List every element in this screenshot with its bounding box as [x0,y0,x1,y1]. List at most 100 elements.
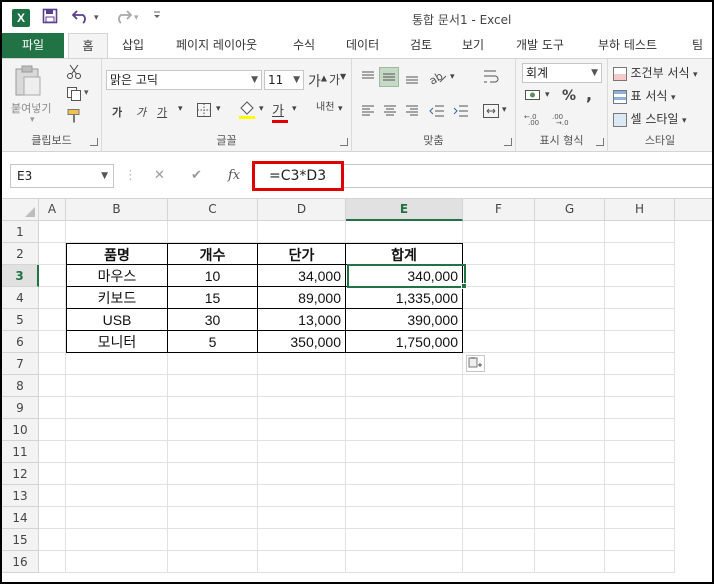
cell-e14[interactable] [346,507,463,529]
borders-dropdown-icon[interactable]: ▾ [216,104,221,114]
decrease-indent-icon[interactable] [428,103,446,122]
underline-button[interactable]: 가 [157,104,167,120]
font-size-select[interactable]: 11 ▼ [264,70,304,90]
align-right-icon[interactable] [404,103,420,122]
cell-a16[interactable] [39,551,66,573]
tab-file[interactable]: 파일 [2,33,64,58]
cell-f13[interactable] [463,485,535,507]
paste-icon[interactable] [12,65,44,102]
orientation-icon[interactable]: ab [427,68,448,89]
cell-h16[interactable] [605,551,675,573]
cell-c13[interactable] [168,485,258,507]
accounting-format-icon[interactable] [524,87,542,106]
cell-b6[interactable]: 모니터 [66,331,168,353]
cell-a14[interactable] [39,507,66,529]
clipboard-launcher-icon[interactable] [90,138,98,146]
cell-a8[interactable] [39,375,66,397]
cell-g9[interactable] [535,397,605,419]
cell-a9[interactable] [39,397,66,419]
cell-b3[interactable]: 마우스 [66,265,168,287]
cell-g10[interactable] [535,419,605,441]
cell-c15[interactable] [168,529,258,551]
cell-a1[interactable] [39,221,66,243]
cell-g5[interactable] [535,309,605,331]
fill-handle[interactable] [461,283,467,289]
cell-g3[interactable] [535,265,605,287]
cell-e11[interactable] [346,441,463,463]
cell-c3[interactable]: 10 [168,265,258,287]
font-color-button[interactable]: 가 [272,100,288,123]
cell-c16[interactable] [168,551,258,573]
cell-d6[interactable]: 350,000 [258,331,346,353]
cell-e10[interactable] [346,419,463,441]
cell-e2[interactable]: 합계 [346,243,463,265]
cell-c2[interactable]: 개수 [168,243,258,265]
row-header-7[interactable]: 7 [2,353,39,375]
wrap-text-icon[interactable] [482,68,500,89]
row-header-11[interactable]: 11 [2,441,39,463]
cell-c7[interactable] [168,353,258,375]
increase-indent-icon[interactable] [452,103,470,122]
cell-d10[interactable] [258,419,346,441]
tab-data[interactable]: 데이터 [346,33,379,58]
cell-g13[interactable] [535,485,605,507]
cell-f4[interactable] [463,287,535,309]
borders-icon[interactable] [196,102,212,121]
tab-team[interactable]: 팀 [692,33,703,58]
cell-g15[interactable] [535,529,605,551]
cancel-icon[interactable]: ✕ [154,168,165,183]
align-top-icon[interactable] [360,69,376,88]
customize-qat-icon[interactable] [152,8,162,28]
cell-styles-button[interactable]: 셀 스타일 ▾ [613,110,687,127]
cut-icon[interactable] [66,64,82,83]
row-header-9[interactable]: 9 [2,397,39,419]
cell-c5[interactable]: 30 [168,309,258,331]
cell-d1[interactable] [258,221,346,243]
cell-h5[interactable] [605,309,675,331]
cell-e13[interactable] [346,485,463,507]
cell-d2[interactable]: 단가 [258,243,346,265]
row-header-3[interactable]: 3 [2,265,39,287]
cell-b8[interactable] [66,375,168,397]
cell-f10[interactable] [463,419,535,441]
conditional-formatting-button[interactable]: 조건부 서식 ▾ [613,64,698,81]
undo-icon[interactable] [71,8,92,28]
bold-button[interactable]: 가 [112,104,122,120]
comma-button[interactable]: , [586,85,592,104]
row-header-4[interactable]: 4 [2,287,39,309]
cell-d7[interactable] [258,353,346,375]
cell-b13[interactable] [66,485,168,507]
cell-f3[interactable] [463,265,535,287]
cell-g7[interactable] [535,353,605,375]
cell-h13[interactable] [605,485,675,507]
cell-h3[interactable] [605,265,675,287]
cell-f12[interactable] [463,463,535,485]
redo-icon[interactable] [112,8,133,28]
cell-g2[interactable] [535,243,605,265]
cell-c12[interactable] [168,463,258,485]
redo-dropdown-icon[interactable]: ▾ [134,8,139,28]
paste-button[interactable]: 붙여넣기 [11,100,51,116]
cell-f14[interactable] [463,507,535,529]
underline-dropdown-icon[interactable]: ▾ [178,104,183,114]
cell-e12[interactable] [346,463,463,485]
cell-f2[interactable] [463,243,535,265]
tab-view[interactable]: 보기 [462,33,484,58]
italic-button[interactable]: 가 [136,104,146,120]
cell-e9[interactable] [346,397,463,419]
cell-a10[interactable] [39,419,66,441]
font-color-dropdown-icon[interactable]: ▾ [292,104,297,114]
row-header-14[interactable]: 14 [2,507,39,529]
align-center-icon[interactable] [382,103,398,122]
row-header-6[interactable]: 6 [2,331,39,353]
decrease-decimal-icon[interactable]: .00 →.0 [552,111,574,128]
cell-g8[interactable] [535,375,605,397]
cell-a4[interactable] [39,287,66,309]
cell-c11[interactable] [168,441,258,463]
column-header-e[interactable]: E [346,199,463,221]
merge-center-icon[interactable] [482,102,500,123]
cell-d13[interactable] [258,485,346,507]
cell-e5[interactable]: 390,000 [346,309,463,331]
cell-c10[interactable] [168,419,258,441]
paste-options-icon[interactable] [466,355,485,372]
